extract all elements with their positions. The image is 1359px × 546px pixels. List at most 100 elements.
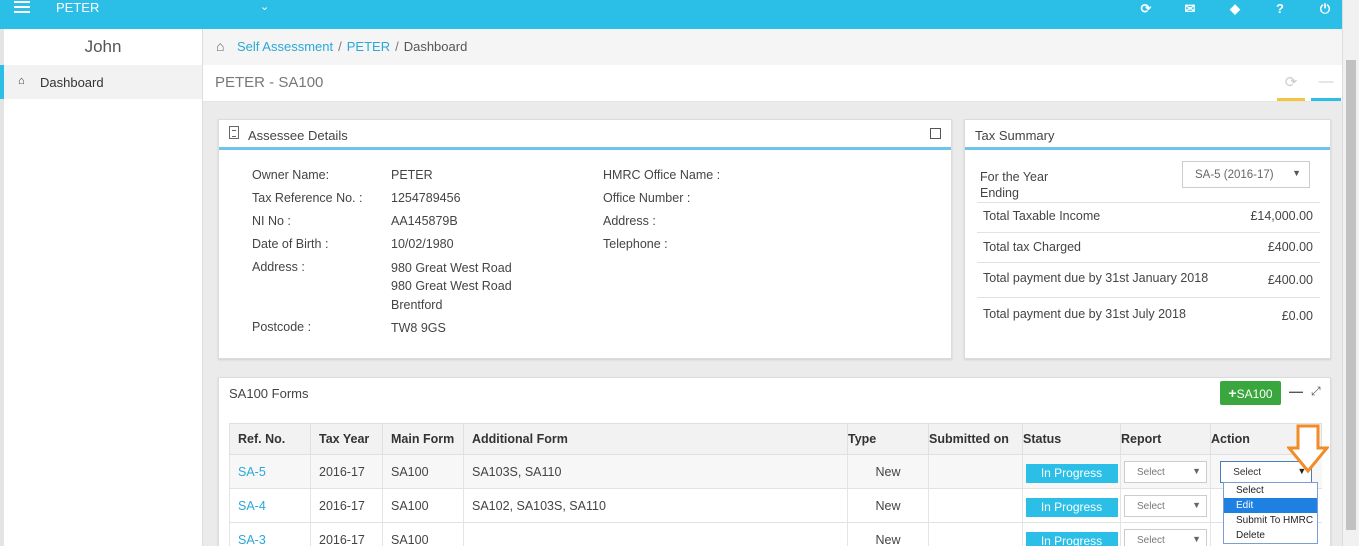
report-select-value: Select	[1137, 534, 1165, 546]
ref-link[interactable]: SA-3	[238, 533, 266, 546]
owner-name-value: PETER	[391, 168, 433, 182]
action-option-submit[interactable]: Submit To HMRC	[1224, 513, 1317, 528]
report-select[interactable]: Select ▼	[1124, 460, 1207, 483]
action-dropdown-list: Select Edit Submit To HMRC Delete	[1223, 482, 1318, 544]
report-select[interactable]: Select ▼	[1124, 528, 1207, 546]
table-row: SA-5 2016-17 SA100 SA103S, SA110 New In …	[229, 454, 1322, 489]
refresh-icon[interactable]: ⟳	[1139, 2, 1153, 16]
taxable-income-label: Total Taxable Income	[983, 209, 1101, 223]
scrollbar-thumb[interactable]	[1346, 60, 1356, 530]
tax-charged-value: £400.00	[1267, 240, 1313, 254]
report-cell: Select ▼	[1120, 454, 1211, 489]
action-select-value: Select	[1233, 466, 1262, 478]
address-line-2: 980 Great West Road	[391, 279, 512, 293]
megaphone-icon[interactable]: ✉	[1183, 2, 1197, 16]
address-line-3: Brentford	[391, 298, 443, 312]
divider	[977, 202, 1320, 203]
report-cell: Select ▼	[1120, 488, 1211, 523]
ref-cell: SA-4	[229, 488, 311, 523]
tax-year-cell: 2016-17	[310, 454, 383, 489]
arrow-down-annotation-icon	[1287, 424, 1329, 474]
breadcrumb-client[interactable]: PETER	[347, 39, 390, 54]
client-name[interactable]: PETER	[56, 0, 99, 15]
assessee-details-panel: Assessee Details Owner Name: PETER Tax R…	[218, 119, 952, 359]
page-scrollbar[interactable]	[1342, 0, 1359, 546]
col-type[interactable]: Type	[847, 423, 929, 455]
col-additional-form[interactable]: Additional Form	[463, 423, 848, 455]
caret-down-icon: ▼	[1292, 168, 1301, 178]
additional-form-cell: SA102, SA103S, SA110	[463, 488, 848, 523]
submitted-cell	[928, 454, 1023, 489]
report-select-value: Select	[1137, 466, 1165, 478]
status-badge: In Progress	[1025, 531, 1118, 546]
sidebar-item-dashboard[interactable]: ⌂ Dashboard	[0, 65, 202, 99]
collapse-icon[interactable]: —	[1311, 73, 1341, 101]
col-submitted-on[interactable]: Submitted on	[928, 423, 1023, 455]
add-sa100-button[interactable]: +SA100	[1220, 381, 1281, 405]
sidebar: John ⌂ Dashboard	[0, 29, 203, 546]
ni-value: AA145879B	[391, 214, 458, 228]
divider	[977, 297, 1320, 298]
action-option-select[interactable]: Select	[1224, 483, 1317, 498]
col-status[interactable]: Status	[1022, 423, 1121, 455]
caret-down-icon: ▼	[1192, 533, 1201, 544]
power-icon[interactable]: ⏻	[1318, 2, 1332, 16]
status-cell: In Progress	[1022, 454, 1121, 489]
tax-year-cell: 2016-17	[310, 522, 383, 546]
report-select[interactable]: Select ▼	[1124, 494, 1207, 517]
submitted-cell	[928, 522, 1023, 546]
year-ending-label: For the Year Ending	[980, 169, 1048, 201]
chevron-down-icon[interactable]: ⌄	[260, 0, 269, 13]
year-select[interactable]: SA-5 (2016-17) ▼	[1182, 161, 1310, 188]
main-form-cell: SA100	[382, 454, 464, 489]
ref-link[interactable]: SA-5	[238, 465, 266, 479]
sidebar-edge	[0, 29, 4, 546]
breadcrumb-current: Dashboard	[403, 39, 468, 54]
menu-icon[interactable]	[14, 1, 30, 13]
ref-link[interactable]: SA-4	[238, 499, 266, 513]
sidebar-item-label: Dashboard	[40, 75, 104, 90]
col-report[interactable]: Report	[1120, 423, 1211, 455]
tax-year-cell: 2016-17	[310, 488, 383, 523]
main-form-cell: SA100	[382, 522, 464, 546]
breadcrumb-self-assessment[interactable]: Self Assessment	[237, 39, 333, 54]
panel-header: Assessee Details	[219, 120, 951, 150]
user-name: John	[84, 37, 122, 56]
tax-summary-panel: Tax Summary For the Year Ending SA-5 (201…	[964, 119, 1331, 359]
document-icon	[229, 126, 239, 139]
ref-cell: SA-3	[229, 522, 311, 546]
payment-jul-value: £0.00	[1281, 309, 1313, 323]
year-select-value: SA-5 (2016-17)	[1195, 169, 1274, 181]
collapse-icon[interactable]: —	[1289, 383, 1303, 399]
divider	[977, 232, 1320, 233]
payment-jan-value: £400.00	[1267, 273, 1313, 287]
ni-label: NI No :	[252, 214, 291, 228]
edit-icon[interactable]	[930, 128, 941, 139]
type-cell: New	[847, 522, 929, 546]
col-tax-year[interactable]: Tax Year	[310, 423, 383, 455]
divider	[977, 262, 1320, 263]
breadcrumb: ⌂ Self Assessment / PETER / Dashboard	[203, 29, 1342, 65]
payment-jan-label: Total payment due by 31st January 2018	[983, 271, 1209, 285]
tax-ref-label: Tax Reference No. :	[252, 191, 363, 205]
help-icon[interactable]: ?	[1273, 2, 1287, 16]
action-option-delete[interactable]: Delete	[1224, 528, 1317, 543]
refresh-icon[interactable]: ⟳	[1277, 73, 1305, 101]
additional-form-cell	[463, 522, 848, 546]
caret-down-icon: ▼	[1192, 499, 1201, 510]
tag-icon[interactable]: ◆	[1228, 2, 1242, 16]
hmrc-office-label: HMRC Office Name :	[603, 168, 721, 182]
address-line-1: 980 Great West Road	[391, 261, 512, 275]
action-option-edit[interactable]: Edit	[1224, 498, 1317, 513]
panel-header: SA100 Forms +SA100 — ⤢	[219, 378, 1330, 408]
forms-table: Ref. No. Tax Year Main Form Additional F…	[229, 423, 1322, 546]
page-header: PETER - SA100 ⟳ —	[203, 65, 1342, 102]
table-row: SA-4 2016-17 SA100 SA102, SA103S, SA110 …	[229, 488, 1322, 523]
add-button-label: SA100	[1236, 387, 1273, 401]
col-ref[interactable]: Ref. No.	[229, 423, 311, 455]
home-icon[interactable]: ⌂	[216, 38, 224, 54]
expand-icon[interactable]: ⤢	[1311, 384, 1321, 399]
panel-title: Tax Summary	[975, 128, 1055, 143]
col-main-form[interactable]: Main Form	[382, 423, 464, 455]
status-cell: In Progress	[1022, 488, 1121, 523]
